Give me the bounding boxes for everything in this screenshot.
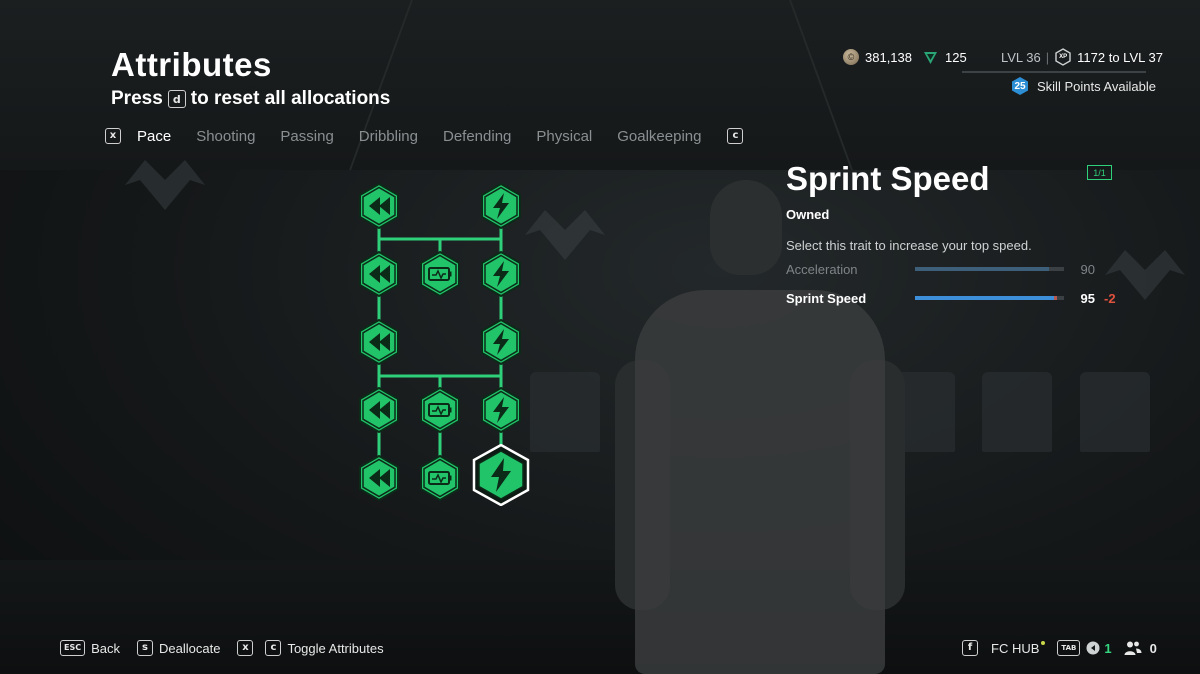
- stamina-node[interactable]: [418, 454, 462, 502]
- skill-points: 25 Skill Points Available: [1010, 76, 1156, 96]
- reset-key[interactable]: d: [167, 90, 186, 108]
- level-value: LVL 36: [1001, 49, 1041, 65]
- tab-passing[interactable]: Passing: [280, 128, 333, 145]
- stat-bar: [915, 296, 1064, 300]
- sprint-speed-icon: [493, 261, 509, 287]
- acceleration-icon: [369, 333, 390, 351]
- notification-dot: [1041, 641, 1046, 645]
- toggle-attributes-button[interactable]: Toggle Attributes: [287, 641, 383, 656]
- points-value: 125: [945, 49, 967, 65]
- coins-value: 381,138: [865, 49, 912, 65]
- crest-icon: [125, 160, 205, 210]
- acceleration-node[interactable]: [357, 182, 401, 230]
- trait-description: Select this trait to increase your top s…: [786, 238, 1032, 253]
- tab-pace[interactable]: Pace: [137, 128, 171, 145]
- stat-delta: -2: [1104, 290, 1116, 306]
- skill-points-label: Skill Points Available: [1037, 78, 1156, 94]
- online-count: 1: [1104, 640, 1112, 656]
- footer-controls: ESC Back s Deallocate x c Toggle Attribu…: [60, 639, 401, 657]
- stat-bar: [915, 267, 1064, 271]
- trait-status: Owned: [786, 207, 830, 222]
- back-button[interactable]: Back: [91, 641, 120, 656]
- sprint-speed-icon: [493, 397, 509, 423]
- speaker-icon: [1086, 641, 1100, 655]
- sprint-speed-node-selected[interactable]: [472, 444, 530, 506]
- sprint-speed-icon: [493, 193, 509, 219]
- fc-hub-button[interactable]: FC HUB: [991, 641, 1039, 656]
- sprint-speed-icon: [493, 329, 509, 355]
- sprint-speed-icon: [491, 458, 511, 492]
- bg-shirt: [982, 372, 1052, 452]
- battery-icon: [428, 403, 452, 417]
- tab-physical[interactable]: Physical: [536, 128, 592, 145]
- coin-icon: ©: [843, 49, 859, 65]
- xp-to-next: 1172 to LVL 37: [1077, 49, 1163, 65]
- next-tab-key[interactable]: c: [727, 128, 744, 144]
- tab-shooting[interactable]: Shooting: [196, 128, 255, 145]
- tab-dribbling[interactable]: Dribbling: [359, 128, 418, 145]
- acceleration-node[interactable]: [357, 318, 401, 366]
- acceleration-node[interactable]: [357, 250, 401, 298]
- battery-icon: [428, 471, 452, 485]
- stat-value: 95: [1080, 290, 1095, 306]
- footer-hub: f FC HUB TAB 1 0: [962, 639, 1157, 657]
- skill-tree: [340, 170, 560, 520]
- tab-key[interactable]: TAB: [1057, 640, 1081, 656]
- prev-tab-key[interactable]: x: [105, 128, 121, 144]
- xp-icon-text: XP: [1059, 54, 1068, 60]
- reset-prefix: Press: [111, 88, 163, 109]
- page-title: Attributes: [111, 46, 272, 83]
- sprint-speed-node[interactable]: [479, 386, 523, 434]
- xp-icon: XP: [1054, 48, 1072, 66]
- level-info: LVL 36 | XP 1172 to LVL 37: [1001, 48, 1163, 66]
- attribute-tabs: x Pace Shooting Passing Dribbling Defend…: [105, 126, 744, 146]
- hub-key[interactable]: f: [962, 640, 978, 656]
- deallocate-key[interactable]: s: [137, 640, 154, 656]
- acceleration-node[interactable]: [357, 386, 401, 434]
- reset-suffix: to reset all allocations: [190, 88, 391, 109]
- skill-points-badge: 25: [1010, 76, 1030, 96]
- bg-shirt: [1080, 372, 1150, 452]
- toggle-key-next[interactable]: c: [265, 640, 282, 656]
- sprint-speed-node[interactable]: [479, 318, 523, 366]
- tab-defending[interactable]: Defending: [443, 128, 511, 145]
- stat-value: 90: [1080, 261, 1095, 277]
- xp-progress-bar: [962, 71, 1146, 73]
- back-key[interactable]: ESC: [60, 640, 86, 656]
- reset-hint: Press d to reset all allocations: [111, 88, 390, 110]
- stat-row-acceleration: Acceleration 90: [786, 259, 1126, 279]
- acceleration-node[interactable]: [357, 454, 401, 502]
- acceleration-icon: [369, 401, 390, 419]
- acceleration-icon: [369, 265, 390, 283]
- stat-row-sprint-speed: Sprint Speed 95 -2: [786, 288, 1126, 308]
- battery-icon: [428, 267, 452, 281]
- friends-count: 0: [1149, 640, 1157, 656]
- friends-icon[interactable]: [1124, 640, 1142, 656]
- sprint-speed-node[interactable]: [479, 182, 523, 230]
- skill-points-count: 25: [1014, 80, 1026, 92]
- level-separator: |: [1045, 49, 1050, 65]
- tab-goalkeeping[interactable]: Goalkeeping: [617, 128, 701, 145]
- deallocate-button[interactable]: Deallocate: [159, 641, 220, 656]
- currency-bar: © 381,138 125: [843, 48, 967, 66]
- stamina-node[interactable]: [418, 386, 462, 434]
- trait-name: Sprint Speed: [786, 160, 990, 197]
- acceleration-icon: [369, 469, 390, 487]
- toggle-key-prev[interactable]: x: [237, 640, 254, 656]
- stamina-node[interactable]: [418, 250, 462, 298]
- fc-points-icon: [923, 50, 938, 65]
- acceleration-icon: [369, 197, 390, 215]
- trait-count-badge: 1/1: [1087, 165, 1112, 180]
- sprint-speed-node[interactable]: [479, 250, 523, 298]
- stat-label: Sprint Speed: [786, 290, 867, 306]
- stat-label: Acceleration: [786, 261, 858, 277]
